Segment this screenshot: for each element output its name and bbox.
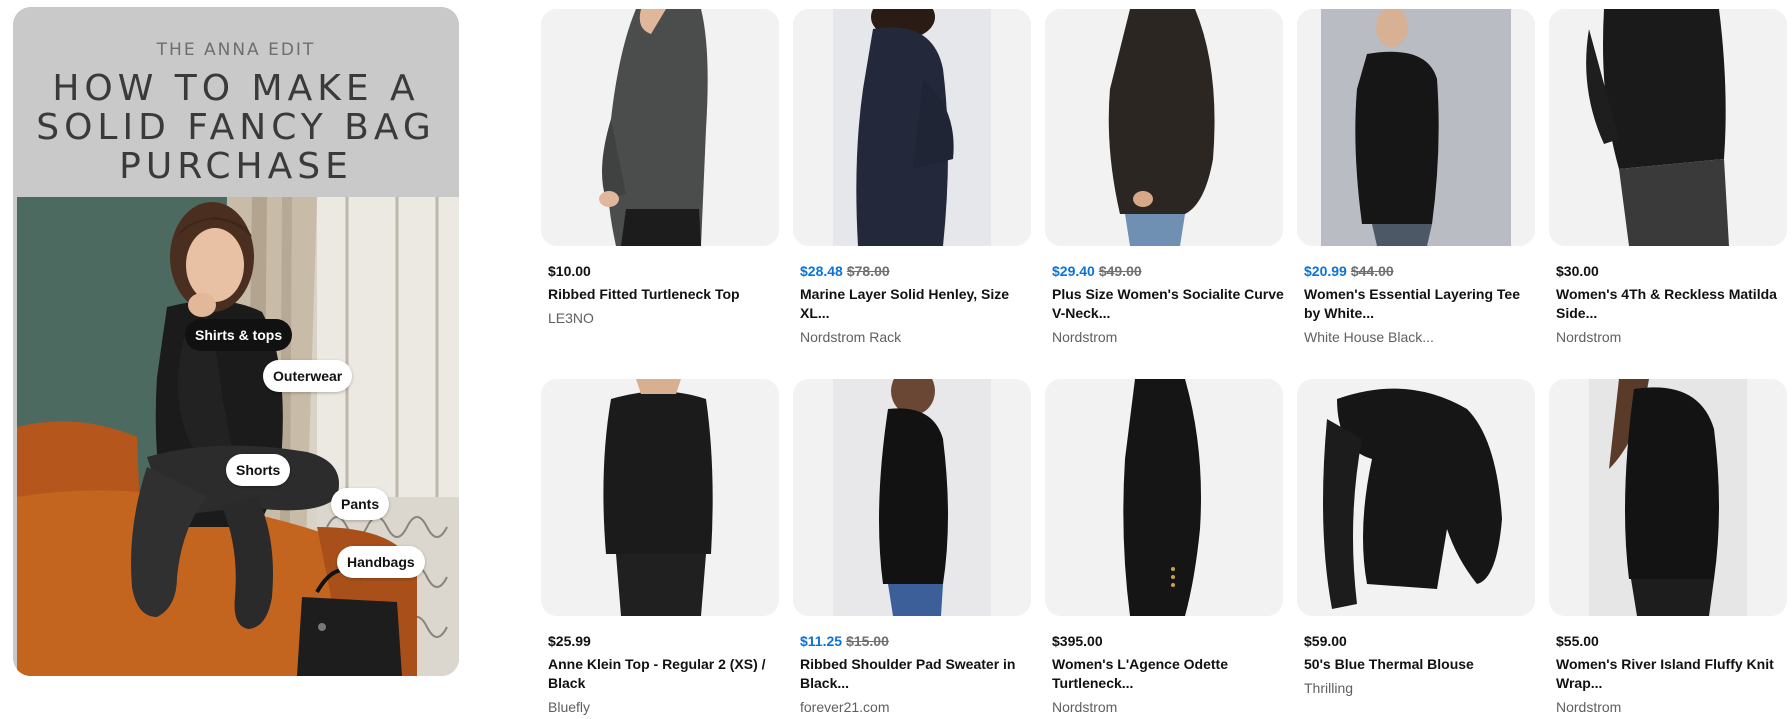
product-title[interactable]: Women's Essential Layering Tee by White.…: [1304, 285, 1536, 323]
seller-name[interactable]: Nordstrom: [1052, 698, 1283, 716]
product-title[interactable]: Ribbed Fitted Turtleneck Top: [548, 285, 780, 304]
tag-handbags[interactable]: Handbags: [337, 546, 425, 578]
price-row: $59.00: [1304, 632, 1535, 650]
price-row: $55.00: [1556, 632, 1787, 650]
seller-name[interactable]: forever21.com: [800, 698, 1031, 716]
original-price: $15.00: [846, 633, 889, 649]
price: $25.99: [548, 633, 591, 649]
seller-name[interactable]: LE3NO: [548, 309, 779, 327]
price-row: $30.00: [1556, 262, 1787, 280]
price: $55.00: [1556, 633, 1599, 649]
seller-name[interactable]: White House Black...: [1304, 328, 1535, 346]
seller-name[interactable]: Nordstrom: [1556, 328, 1787, 346]
product-title[interactable]: Marine Layer Solid Henley, Size XL...: [800, 285, 1032, 323]
product-image[interactable]: [1045, 379, 1283, 616]
price-row: $10.00: [548, 262, 779, 280]
original-price: $49.00: [1098, 263, 1142, 279]
product-image[interactable]: [1297, 9, 1535, 246]
seller-name[interactable]: Nordstrom: [1556, 698, 1787, 716]
product-image[interactable]: [541, 9, 779, 246]
price-row: $395.00: [1052, 632, 1283, 650]
product-image[interactable]: [1549, 9, 1787, 246]
seller-name[interactable]: Nordstrom Rack: [800, 328, 1031, 346]
seller-name[interactable]: Bluefly: [548, 698, 779, 716]
pin-kicker: THE ANNA EDIT: [156, 40, 316, 60]
tag-shirts-tops[interactable]: Shirts & tops: [185, 319, 293, 351]
featured-pin[interactable]: THE ANNA EDIT HOW TO MAKE A SOLID FANCY …: [13, 7, 459, 676]
pin-title-line: SOLID FANCY BAG: [36, 107, 436, 148]
product-card[interactable]: $10.00 Ribbed Fitted Turtleneck Top LE3N…: [541, 9, 779, 327]
pin-title-line: PURCHASE: [119, 146, 353, 187]
product-title[interactable]: Women's 4Th & Reckless Matilda Side...: [1556, 285, 1788, 323]
original-price: $78.00: [846, 263, 890, 279]
product-card[interactable]: $29.40 $49.00 Plus Size Women's Socialite…: [1045, 9, 1284, 346]
sale-price: $11.25: [800, 633, 843, 649]
price: $30.00: [1556, 263, 1599, 279]
product-card[interactable]: $20.99 $44.00 Women's Essential Layering …: [1297, 9, 1535, 346]
product-title[interactable]: 50's Blue Thermal Blouse: [1304, 655, 1536, 674]
product-card[interactable]: $59.00 50's Blue Thermal Blouse Thrillin…: [1297, 379, 1535, 697]
product-title[interactable]: Plus Size Women's Socialite Curve V-Neck…: [1052, 285, 1284, 323]
product-card[interactable]: $11.25 $15.00 Ribbed Shoulder Pad Sweater…: [793, 379, 1031, 716]
tag-outerwear[interactable]: Outerwear: [263, 360, 353, 392]
price: $395.00: [1052, 633, 1103, 649]
sale-price: $29.40: [1052, 263, 1095, 279]
pin-title: HOW TO MAKE A SOLID FANCY BAG PURCHASE: [23, 69, 449, 186]
price: $10.00: [548, 263, 591, 279]
product-card[interactable]: $25.99 Anne Klein Top - Regular 2 (XS) /…: [541, 379, 779, 716]
price: $59.00: [1304, 633, 1347, 649]
product-card[interactable]: $28.48 $78.00 Marine Layer Solid Henley, …: [793, 9, 1031, 346]
product-image[interactable]: [1297, 379, 1535, 616]
sale-price: $28.48: [800, 263, 843, 279]
tag-shorts[interactable]: Shorts: [226, 454, 291, 486]
price-row: $28.48 $78.00: [800, 262, 1031, 280]
sale-price: $20.99: [1304, 263, 1347, 279]
price-row: $11.25 $15.00: [800, 632, 1031, 650]
tag-pants[interactable]: Pants: [331, 488, 390, 520]
product-image[interactable]: [1549, 379, 1787, 616]
original-price: $44.00: [1350, 263, 1394, 279]
product-title[interactable]: Anne Klein Top - Regular 2 (XS) / Black: [548, 655, 780, 693]
product-image[interactable]: [541, 379, 779, 616]
product-title[interactable]: Ribbed Shoulder Pad Sweater in Black...: [800, 655, 1032, 693]
product-image[interactable]: [793, 379, 1031, 616]
pin-photo: [17, 197, 459, 676]
product-image[interactable]: [793, 9, 1031, 246]
price-row: $20.99 $44.00: [1304, 262, 1535, 280]
seller-name[interactable]: Nordstrom: [1052, 328, 1283, 346]
pin-header: THE ANNA EDIT HOW TO MAKE A SOLID FANCY …: [13, 7, 459, 197]
product-title[interactable]: Women's L'Agence Odette Turtleneck...: [1052, 655, 1284, 693]
price-row: $29.40 $49.00: [1052, 262, 1283, 280]
seller-name[interactable]: Thrilling: [1304, 679, 1535, 697]
product-title[interactable]: Women's River Island Fluffy Knit Wrap...: [1556, 655, 1788, 693]
product-card[interactable]: $55.00 Women's River Island Fluffy Knit …: [1549, 379, 1787, 716]
pin-title-line: HOW TO MAKE A: [52, 68, 420, 109]
product-card[interactable]: $395.00 Women's L'Agence Odette Turtlene…: [1045, 379, 1283, 716]
price-row: $25.99: [548, 632, 779, 650]
product-card[interactable]: $30.00 Women's 4Th & Reckless Matilda Si…: [1549, 9, 1787, 346]
product-image[interactable]: [1045, 9, 1283, 246]
